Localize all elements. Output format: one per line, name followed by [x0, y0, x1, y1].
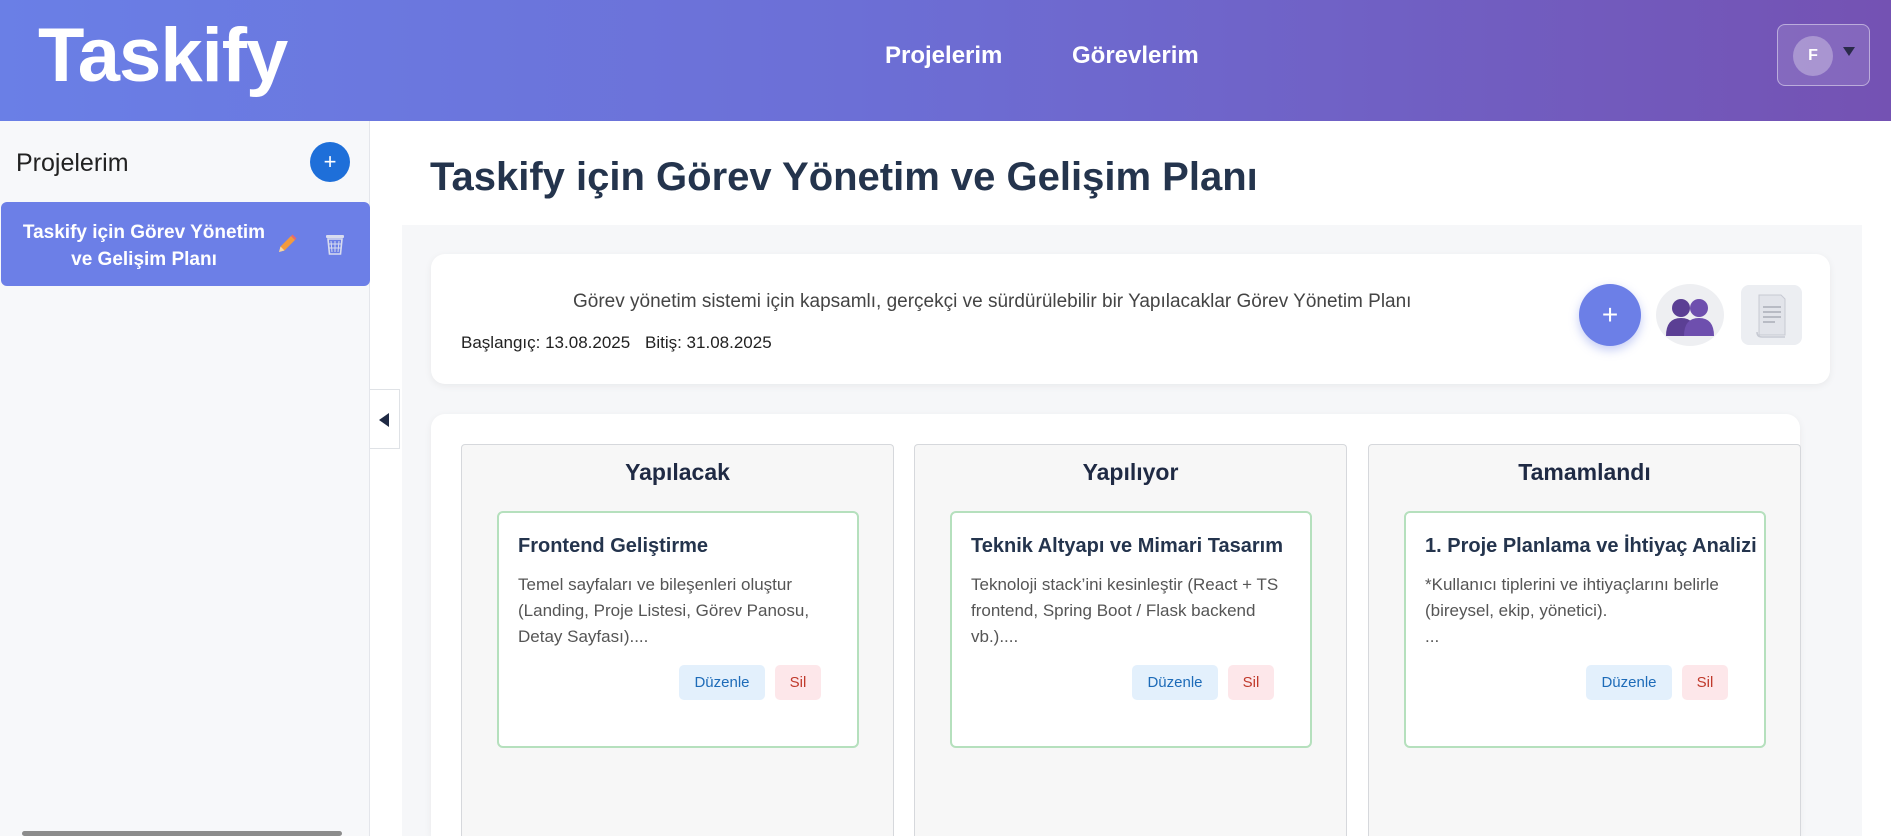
sidebar-title: Projelerim: [16, 149, 129, 177]
column-done: Tamamlandı 1. Proje Planlama ve İhtiyaç …: [1368, 444, 1801, 836]
column-title: Yapılacak: [625, 459, 730, 485]
collapse-sidebar-button[interactable]: [370, 389, 400, 449]
task-description: Temel sayfaları ve bileşenleri oluştur (…: [518, 575, 810, 646]
chevron-down-icon: [1843, 47, 1855, 56]
sidebar-scrollbar[interactable]: [22, 831, 342, 836]
task-description: Teknoloji stack’ini kesinleştir (React +…: [971, 575, 1279, 646]
team-icon: [1666, 299, 1714, 336]
project-description: Görev yönetim sistemi için kapsamlı, ger…: [573, 291, 1412, 312]
column-todo: Yapılacak Frontend Geliştirme Temel sayf…: [461, 444, 894, 836]
delete-task-button[interactable]: Sil: [1228, 665, 1274, 700]
nav-tasks[interactable]: Görevlerim: [1072, 42, 1199, 70]
user-avatar: F: [1793, 36, 1833, 76]
page-title: Taskify için Görev Yönetim ve Gelişim Pl…: [430, 155, 1258, 199]
edit-task-button[interactable]: Düzenle: [679, 665, 765, 700]
pencil-icon[interactable]: [275, 232, 299, 256]
edit-task-button[interactable]: Düzenle: [1132, 665, 1218, 700]
nav-projects[interactable]: Projelerim: [885, 42, 1002, 70]
sidebar-item-label: Taskify için Görev Yönetim ve Gelişim Pl…: [22, 222, 266, 270]
add-project-button[interactable]: +: [310, 142, 350, 182]
task-card[interactable]: Teknik Altyapı ve Mimari Tasarım Teknolo…: [950, 511, 1312, 748]
sidebar: Projelerim + Taskify için Görev Yönetim …: [0, 121, 370, 836]
report-button[interactable]: [1741, 285, 1802, 345]
project-end-date: Bitiş: 31.08.2025: [645, 333, 772, 352]
team-button[interactable]: [1656, 284, 1724, 346]
task-card[interactable]: Frontend Geliştirme Temel sayfaları ve b…: [497, 511, 859, 748]
task-title: 1. Proje Planlama ve İhtiyaç Analizi: [1425, 535, 1757, 557]
task-card[interactable]: 1. Proje Planlama ve İhtiyaç Analizi *Ku…: [1404, 511, 1766, 748]
column-title: Tamamlandı: [1518, 459, 1651, 485]
column-in-progress: Yapılıyor Teknik Altyapı ve Mimari Tasar…: [914, 444, 1347, 836]
trash-icon[interactable]: [324, 232, 346, 256]
sidebar-item-project[interactable]: Taskify için Görev Yönetim ve Gelişim Pl…: [1, 202, 370, 286]
delete-task-button[interactable]: Sil: [775, 665, 821, 700]
kanban-board: Yapılacak Frontend Geliştirme Temel sayf…: [431, 414, 1801, 836]
task-title: Teknik Altyapı ve Mimari Tasarım: [971, 535, 1283, 557]
user-menu-button[interactable]: F: [1777, 24, 1870, 86]
task-description: *Kullanıcı tiplerini ve ihtiyaçlarını be…: [1425, 575, 1719, 646]
app-logo[interactable]: Taskify: [38, 10, 288, 101]
task-title: Frontend Geliştirme: [518, 535, 709, 557]
project-start-date: Başlangıç: 13.08.2025: [461, 333, 631, 352]
column-title: Yapılıyor: [1082, 459, 1179, 485]
plus-icon: +: [323, 149, 337, 174]
plus-icon: +: [1601, 299, 1619, 330]
delete-task-button[interactable]: Sil: [1682, 665, 1728, 700]
project-info-card: Görev yönetim sistemi için kapsamlı, ger…: [431, 254, 1830, 384]
top-navbar: Taskify Projelerim Görevlerim F: [0, 0, 1891, 121]
edit-task-button[interactable]: Düzenle: [1586, 665, 1672, 700]
document-icon: [1756, 294, 1786, 338]
add-task-button[interactable]: +: [1579, 284, 1641, 346]
chevron-left-icon: [379, 413, 389, 427]
